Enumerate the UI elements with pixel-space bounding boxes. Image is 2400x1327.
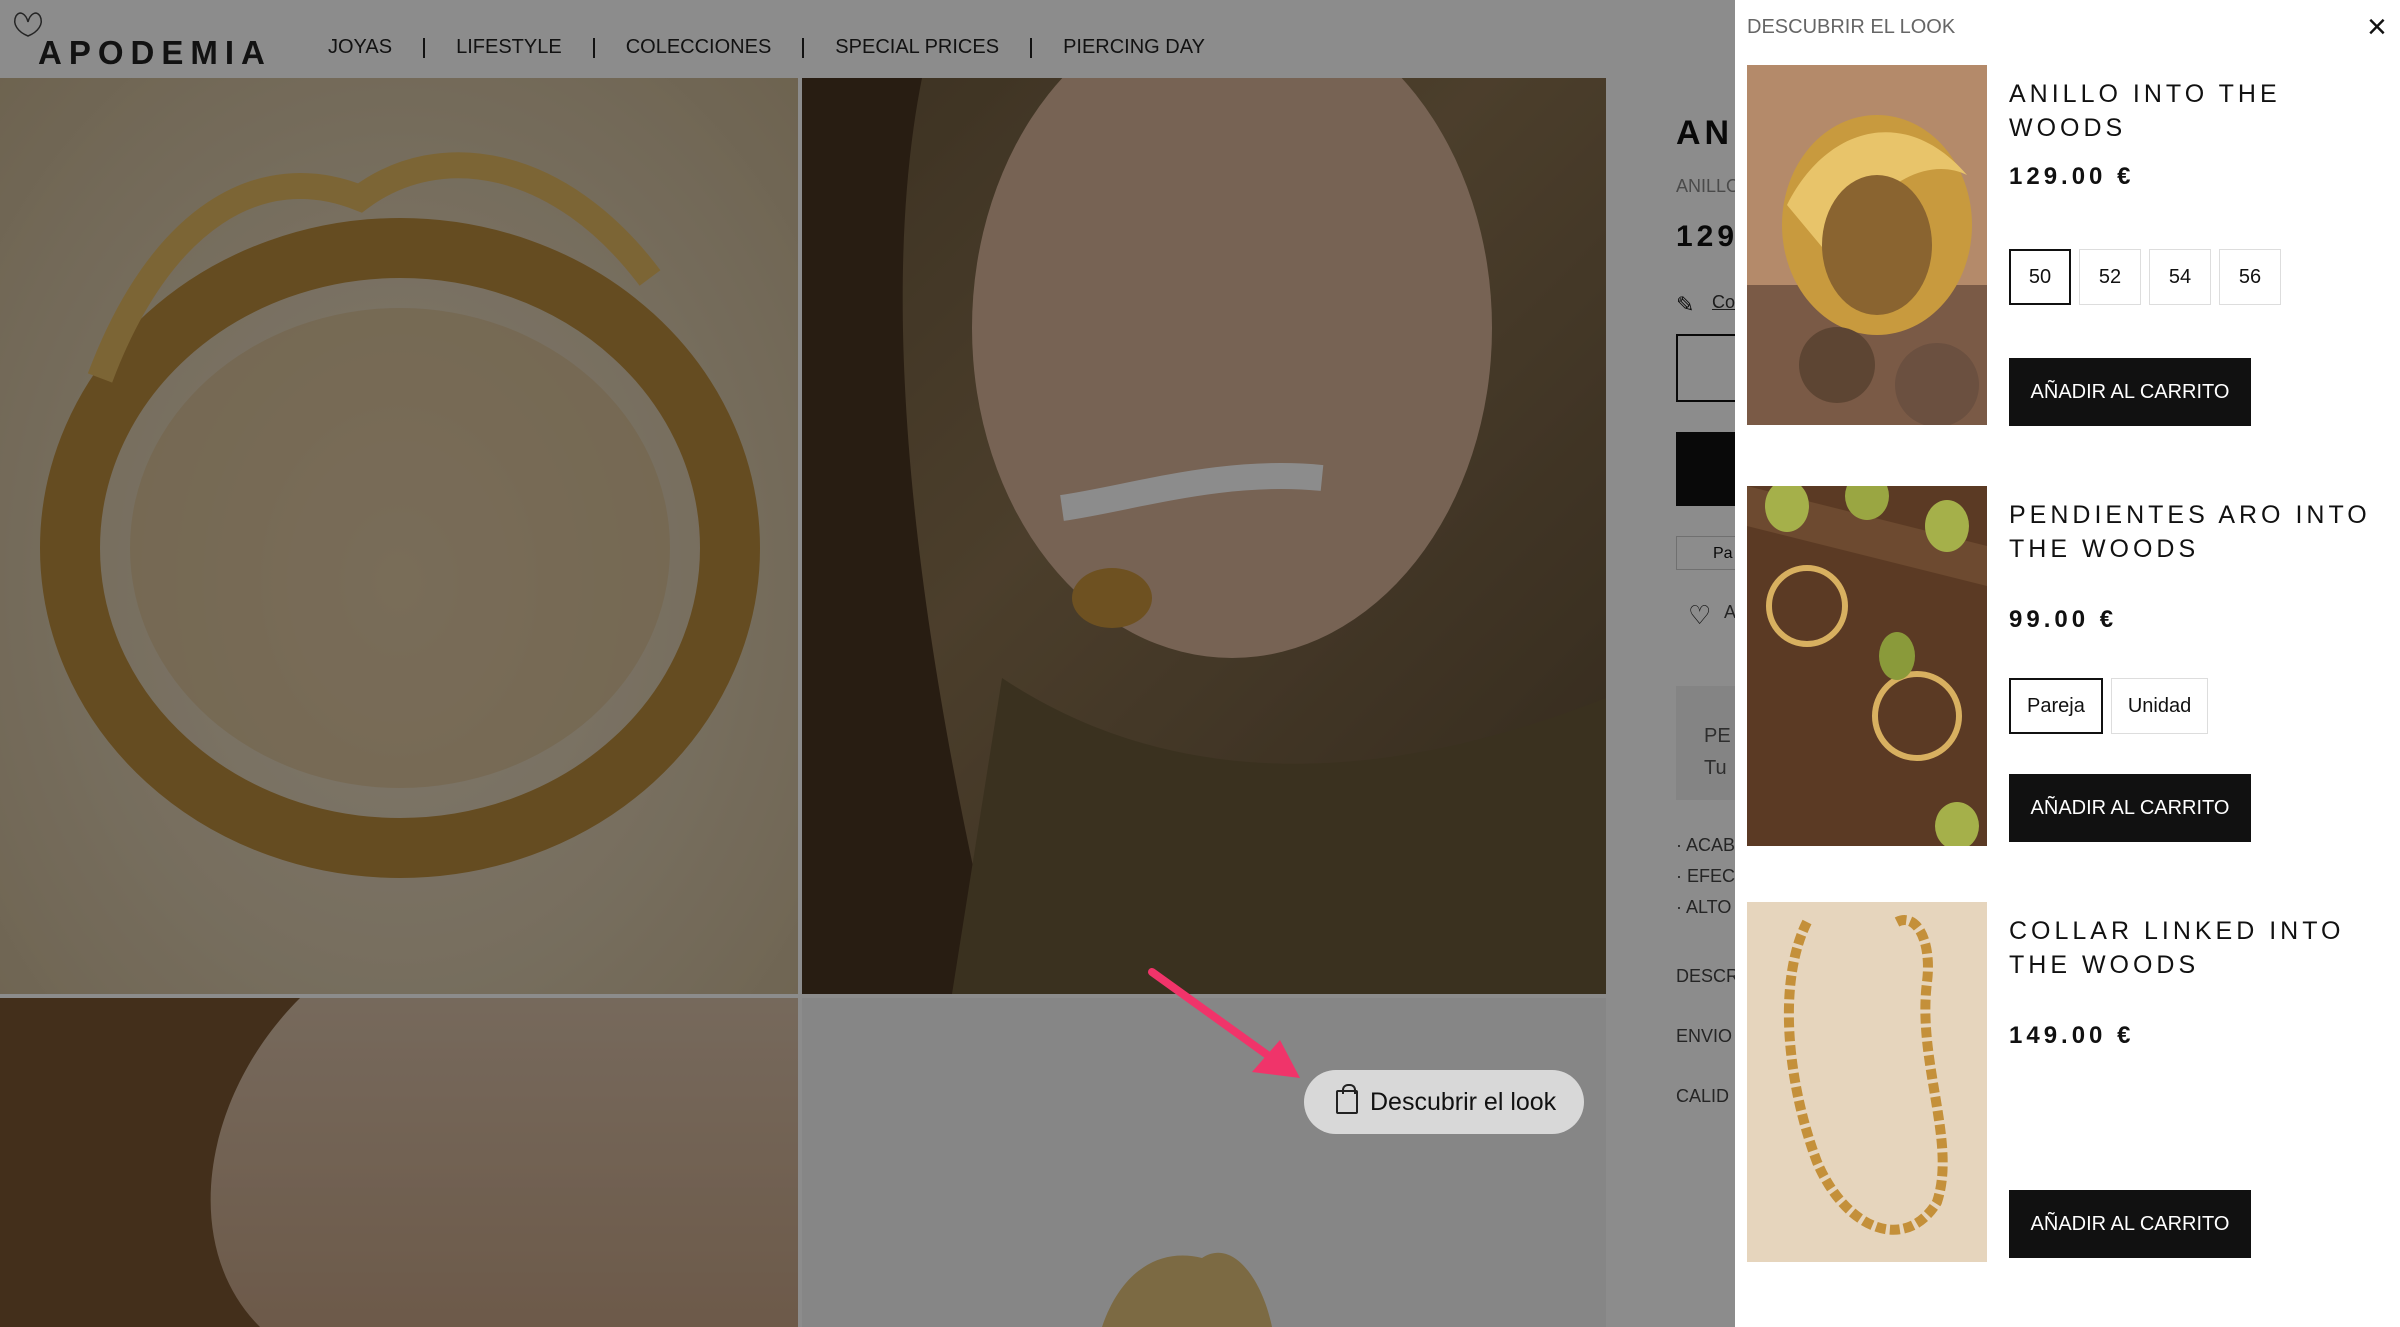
ring-image[interactable] xyxy=(1747,65,1987,425)
size-option-52[interactable]: 52 xyxy=(2079,249,2141,305)
item-price: 99.00 € xyxy=(2009,606,2118,633)
variant-options: Pareja Unidad xyxy=(2009,678,2209,734)
close-icon[interactable]: × xyxy=(2367,10,2387,44)
item-price: 129.00 € xyxy=(2009,163,2135,190)
discover-look-button[interactable]: Descubrir el look xyxy=(1304,1070,1584,1134)
add-to-cart-button[interactable]: AÑADIR AL CARRITO xyxy=(2009,1190,2251,1258)
item-name[interactable]: PENDIENTES ARO INTO THE WOODS xyxy=(2009,498,2399,566)
discover-look-drawer: DESCUBRIR EL LOOK × ANILLO INTO THE WOOD… xyxy=(1735,0,2400,1327)
size-option-54[interactable]: 54 xyxy=(2149,249,2211,305)
drawer-title: DESCUBRIR EL LOOK xyxy=(1747,16,1956,38)
size-option-50[interactable]: 50 xyxy=(2009,249,2071,305)
necklace-image[interactable] xyxy=(1747,902,1987,1262)
add-to-cart-button[interactable]: AÑADIR AL CARRITO xyxy=(2009,774,2251,842)
item-name[interactable]: ANILLO INTO THE WOODS xyxy=(2009,77,2399,145)
item-price: 149.00 € xyxy=(2009,1022,2135,1049)
add-to-cart-button[interactable]: AÑADIR AL CARRITO xyxy=(2009,358,2251,426)
size-options: 50 52 54 56 xyxy=(2009,249,2281,305)
earrings-image[interactable] xyxy=(1747,486,1987,846)
variant-option-unidad[interactable]: Unidad xyxy=(2110,678,2209,734)
size-option-56[interactable]: 56 xyxy=(2219,249,2281,305)
annotation-arrow-icon xyxy=(1148,968,1300,1078)
item-name[interactable]: COLLAR LINKED INTO THE WOODS xyxy=(2009,914,2399,982)
shopping-bag-icon xyxy=(1336,1084,1358,1114)
variant-option-pareja[interactable]: Pareja xyxy=(2009,678,2103,734)
discover-look-label: Descubrir el look xyxy=(1370,1087,1557,1116)
